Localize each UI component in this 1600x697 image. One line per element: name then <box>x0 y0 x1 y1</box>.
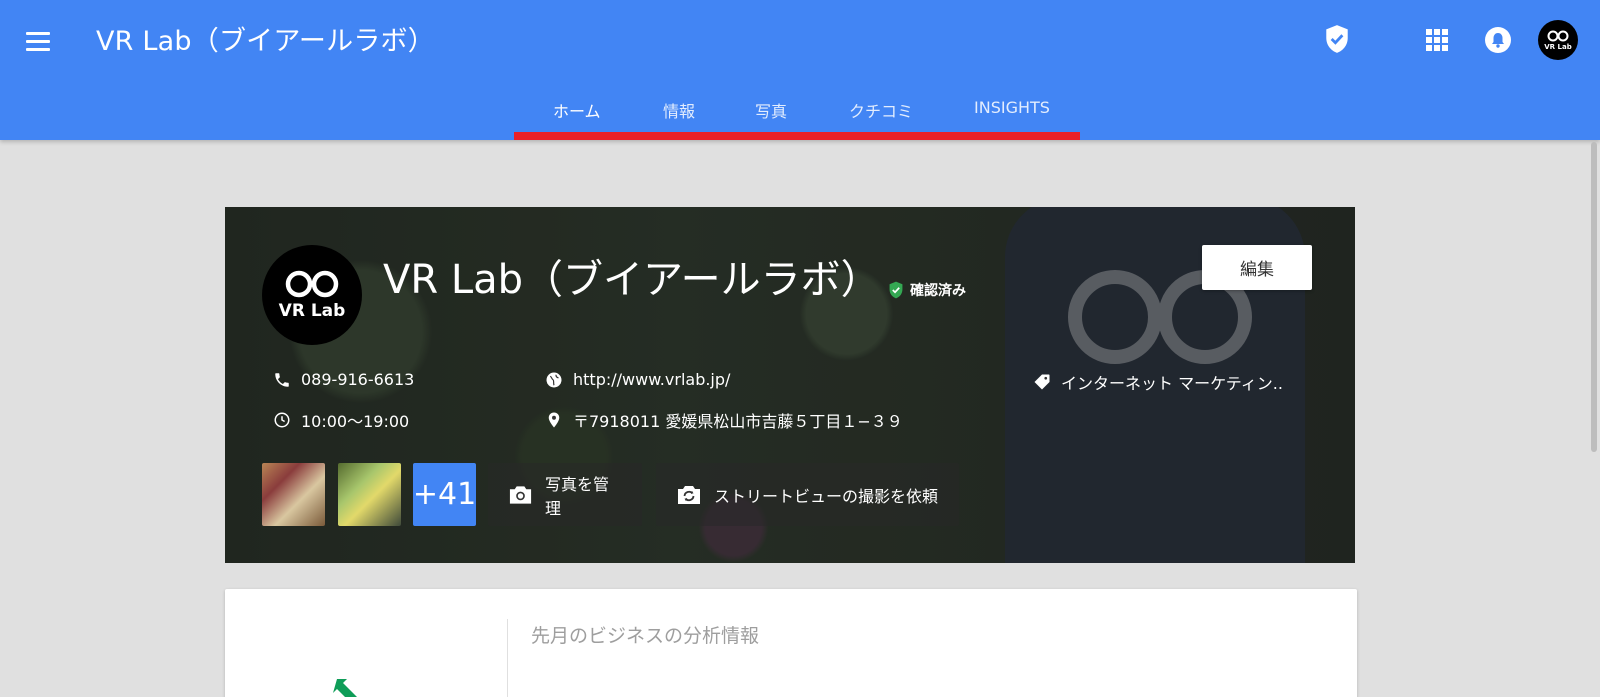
camera-rotate-icon <box>678 485 700 504</box>
infinity-logo-icon <box>285 270 339 298</box>
insights-summary-card: 先月のビジネスの分析情報 <box>225 589 1357 697</box>
trending-arrow-icon <box>333 679 357 697</box>
card-divider <box>507 619 508 697</box>
business-name: VR Lab（ブイアールラボ） <box>383 257 881 303</box>
clock-icon <box>274 412 290 428</box>
category-info: インターネット マーケティン.. <box>1033 370 1283 394</box>
phone-icon <box>275 372 289 387</box>
tab-indicator <box>514 132 1080 140</box>
avatar[interactable]: VR Lab <box>1538 20 1578 60</box>
more-photos-tile[interactable]: +41 <box>413 463 476 526</box>
manage-photos-button[interactable]: 写真を管理 <box>488 463 642 526</box>
website-link[interactable]: http://www.vrlab.jp/ <box>573 370 730 389</box>
verified-shield-icon <box>889 281 903 299</box>
category-text: インターネット マーケティン.. <box>1061 374 1283 393</box>
phone-info: 089-916-6613 <box>273 370 414 389</box>
globe-icon <box>546 372 562 387</box>
camera-icon <box>509 485 532 504</box>
street-view-request-button[interactable]: ストリートビューの撮影を依頼 <box>656 463 959 526</box>
location-pin-icon <box>548 412 560 428</box>
address-info: 〒7918011 愛媛県松山市吉藤５丁目１−３９ <box>545 408 903 432</box>
scrollbar[interactable] <box>1591 142 1597 452</box>
tab-bar: ホーム 情報 写真 クチコミ INSIGHTS <box>514 88 1080 140</box>
shield-check-icon[interactable] <box>1324 24 1350 54</box>
insights-heading: 先月のビジネスの分析情報 <box>531 625 760 647</box>
website-info: http://www.vrlab.jp/ <box>545 370 730 389</box>
verified-label: 確認済み <box>910 283 966 299</box>
hours-info: 10:00〜19:00 <box>273 408 409 432</box>
manage-photos-label: 写真を管理 <box>545 474 610 518</box>
phone-number[interactable]: 089-916-6613 <box>301 370 414 389</box>
app-bar: VR Lab（ブイアールラボ） VR Lab ホーム 情報 写真 クチコミ IN… <box>0 0 1600 140</box>
tab-reviews[interactable]: クチコミ <box>849 98 913 122</box>
photo-thumbnail-2[interactable] <box>338 463 401 526</box>
tab-home[interactable]: ホーム <box>553 98 601 122</box>
bell-icon[interactable] <box>1485 27 1511 53</box>
tab-info[interactable]: 情報 <box>663 98 695 122</box>
app-title: VR Lab（ブイアールラボ） <box>96 26 435 57</box>
avatar-label: VR Lab <box>1544 42 1572 51</box>
tab-photos[interactable]: 写真 <box>755 98 787 122</box>
business-avatar-label: VR Lab <box>278 301 346 321</box>
business-avatar: VR Lab <box>262 245 362 345</box>
street-view-label: ストリートビューの撮影を依頼 <box>714 486 939 506</box>
apps-icon[interactable] <box>1426 29 1448 51</box>
business-hours: 10:00〜19:00 <box>301 412 410 431</box>
business-hero-card: VR Lab VR Lab（ブイアールラボ） 確認済み 編集 089-916-6… <box>225 207 1355 563</box>
edit-button[interactable]: 編集 <box>1202 245 1312 290</box>
tab-insights[interactable]: INSIGHTS <box>974 98 1050 117</box>
tag-icon <box>1034 374 1050 390</box>
photo-thumbnail-1[interactable] <box>262 463 325 526</box>
infinity-logo-icon <box>1547 30 1569 41</box>
address-text[interactable]: 〒7918011 愛媛県松山市吉藤５丁目１−３９ <box>573 408 903 432</box>
verified-badge: 確認済み <box>888 280 966 300</box>
menu-icon[interactable] <box>26 26 56 56</box>
